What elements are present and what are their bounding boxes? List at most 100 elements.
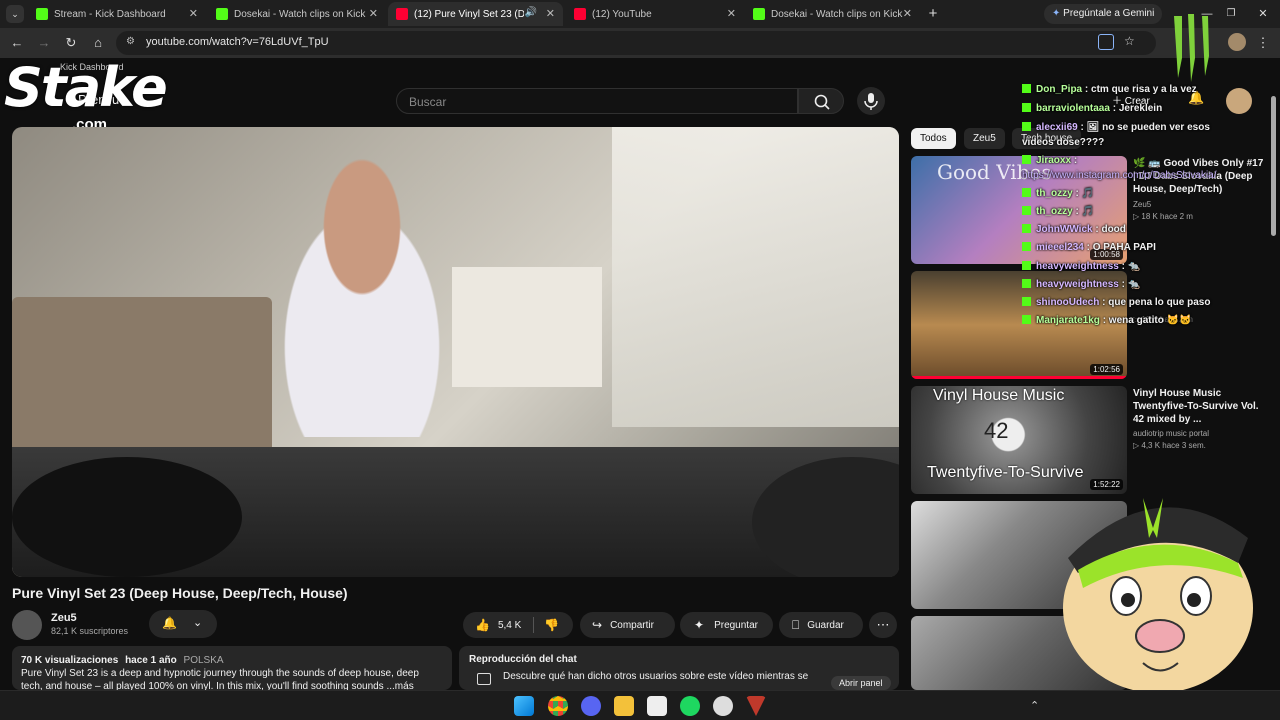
close-icon[interactable]: ✕ <box>903 7 912 20</box>
bell-icon: 🔔 <box>162 616 177 630</box>
system-tray-chevron-icon[interactable]: ⌃ <box>1030 699 1039 712</box>
search-box[interactable]: Buscar <box>396 88 798 114</box>
chat-replay-title: Reproducción del chat <box>469 654 577 665</box>
chat-text: : que pena lo que paso <box>1102 297 1211 308</box>
chat-replay-text: Descubre qué han dicho otros usuarios so… <box>503 671 809 682</box>
cast-icon[interactable] <box>1098 34 1114 50</box>
kick-badge-icon <box>1022 261 1031 270</box>
thumbnail-number: 42 <box>984 418 1009 443</box>
thumbnail-text: Vinyl House Music <box>933 387 1065 404</box>
profile-avatar[interactable] <box>1228 33 1246 51</box>
app-shortcut-icon[interactable] <box>746 696 766 716</box>
home-button[interactable]: ⌂ <box>89 34 107 52</box>
recommendation-channel[interactable]: Zeu5 <box>1133 199 1151 211</box>
more-actions-button[interactable]: ⋯ <box>869 612 897 638</box>
chat-username: heavyweightness <box>1036 261 1119 272</box>
chat-text: : 🎵 <box>1075 206 1095 217</box>
url-text[interactable]: youtube.com/watch?v=76LdUVf_TpU <box>146 36 329 48</box>
media-app-icon[interactable] <box>647 696 667 716</box>
subscription-bell-button[interactable]: 🔔 ⌄ <box>149 610 217 638</box>
voice-search-button[interactable] <box>857 87 885 115</box>
chat-username: th_ozzy <box>1036 188 1073 199</box>
like-icon[interactable]: 👍 <box>475 618 490 632</box>
new-tab-button[interactable]: + <box>924 5 942 23</box>
chat-message: heavyweightness : 🐀 <box>1022 279 1140 290</box>
chat-text: : ctm que risa y a la vez <box>1084 84 1197 95</box>
chat-link[interactable]: https://www.instagram.com/p/DabsSlovakia… <box>1022 170 1217 181</box>
close-icon[interactable]: ✕ <box>727 7 736 20</box>
close-icon[interactable]: ✕ <box>369 7 378 20</box>
window-close-icon[interactable]: ✕ <box>1254 5 1272 23</box>
tab-youtube[interactable]: (12) YouTube ✕ <box>566 2 744 26</box>
close-icon[interactable]: ✕ <box>546 7 555 20</box>
location-tag[interactable]: POLSKA <box>184 655 224 666</box>
share-button[interactable]: ↪ Compartir <box>580 612 675 638</box>
chat-message: th_ozzy : 🎵 <box>1022 188 1094 199</box>
turntable-left <box>12 457 242 577</box>
kick-icon <box>216 8 228 20</box>
reload-button[interactable]: ↻ <box>62 34 80 52</box>
channel-name[interactable]: Zeu5 <box>51 612 77 624</box>
gemini-button[interactable]: ✦ Pregúntale a Gemini <box>1044 4 1163 24</box>
dj-person <box>242 137 482 437</box>
chip-todos[interactable]: Todos <box>911 128 956 149</box>
chat-message: th_ozzy : 🎵 <box>1022 206 1094 217</box>
forward-button[interactable]: → <box>35 34 53 52</box>
restore-icon[interactable]: ❐ <box>1222 5 1240 23</box>
ask-button[interactable]: ✦ Preguntar <box>680 612 773 638</box>
like-count[interactable]: 5,4 K <box>498 620 521 631</box>
chat-text: : 🐀 <box>1121 261 1141 272</box>
kick-badge-icon <box>1022 242 1031 251</box>
chrome-icon[interactable] <box>548 696 568 716</box>
chat-message: shinooUdech : que pena lo que paso <box>1022 297 1210 308</box>
site-info-icon[interactable]: ⚙ <box>126 36 135 47</box>
tab-dosekai-clips[interactable]: Dosekai - Watch clips on Kick ✕ <box>208 2 386 26</box>
chat-text: : 🐀 <box>1121 279 1141 290</box>
kick-icon <box>36 8 48 20</box>
tab-search-button[interactable]: ⌄ <box>6 5 24 23</box>
search-button[interactable] <box>798 88 844 114</box>
gemini-label: Pregúntale a Gemini <box>1063 8 1155 19</box>
subscriber-count: 82,1 K suscriptores <box>51 626 129 636</box>
ask-label: Preguntar <box>714 619 758 631</box>
sparkle-icon: ✦ <box>694 618 705 632</box>
obs-icon[interactable] <box>713 696 733 716</box>
tab-pure-vinyl-set[interactable]: (12) Pure Vinyl Set 23 (Deep 🔊 ✕ <box>388 2 563 26</box>
recommendation-channel[interactable]: audiotrip music portal <box>1133 428 1209 440</box>
duration-badge: 1:02:56 <box>1090 364 1123 375</box>
speaker-icon[interactable]: 🔊 <box>525 7 537 18</box>
back-button[interactable]: ← <box>8 34 26 52</box>
save-button[interactable]: ⎕ Guardar <box>779 612 863 638</box>
tab-kick-dashboard[interactable]: Stream - Kick Dashboard ✕ <box>28 2 206 26</box>
chat-username: barraviolentaaa <box>1036 103 1110 114</box>
chat-username: Jiraoxx <box>1036 155 1072 166</box>
description-box[interactable]: 70 K visualizaciones hace 1 año POLSKA P… <box>12 646 452 690</box>
windows-start-icon[interactable] <box>514 696 534 716</box>
share-label: Compartir <box>610 619 654 631</box>
dislike-icon[interactable]: 👎 <box>544 618 559 632</box>
video-player[interactable] <box>12 127 899 577</box>
close-icon[interactable]: ✕ <box>189 7 198 20</box>
chat-message: mieeel234 : O PAHA PAPI <box>1022 242 1156 253</box>
youtube-icon <box>396 8 408 20</box>
search-icon <box>814 94 830 110</box>
scrollbar-thumb[interactable] <box>1271 96 1276 236</box>
channel-avatar[interactable] <box>12 610 42 640</box>
chip-zeu5[interactable]: Zeu5 <box>964 128 1005 149</box>
spotify-icon[interactable] <box>680 696 700 716</box>
open-panel-button[interactable]: Abrir panel <box>831 676 891 690</box>
discord-icon[interactable] <box>581 696 601 716</box>
chat-username: heavyweightness <box>1036 279 1119 290</box>
chat-username: shinooUdech <box>1036 297 1100 308</box>
tab-dosekai-clips-2[interactable]: Dosekai - Watch clips on Kick ✕ <box>745 2 920 26</box>
menu-kebab-icon[interactable]: ⋮ <box>1254 34 1272 52</box>
account-avatar[interactable] <box>1226 88 1252 114</box>
kick-badge-icon <box>1022 188 1031 197</box>
bookmark-star-icon[interactable]: ☆ <box>1124 34 1135 48</box>
chat-username: Don_Pipa <box>1036 84 1083 95</box>
recommendation-title[interactable]: Vinyl House Music Twentyfive-To-Survive … <box>1133 387 1268 426</box>
recommendation-meta: ▷ 4,3 K hace 3 sem. <box>1133 441 1206 450</box>
file-explorer-icon[interactable] <box>614 696 634 716</box>
search-input[interactable]: Buscar <box>409 95 446 109</box>
address-bar[interactable]: ⚙ youtube.com/watch?v=76LdUVf_TpU ☆ <box>116 31 1156 55</box>
